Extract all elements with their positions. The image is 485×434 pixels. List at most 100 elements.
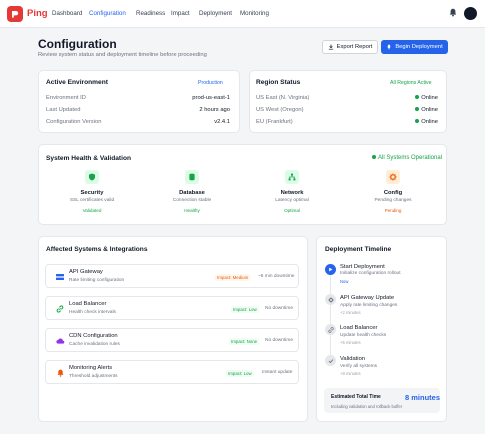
health-config: Config Pending changes Pending — [358, 170, 428, 213]
active-environment-title: Active Environment — [46, 79, 108, 86]
nav-monitoring[interactable]: Monitoring — [240, 10, 269, 17]
affected-systems-title: Affected Systems & Integrations — [46, 246, 148, 253]
system-desc: Cache invalidation rules — [69, 342, 120, 347]
link-icon — [55, 304, 65, 314]
system-row-monitoring[interactable]: Monitoring Alerts Threshold adjustments … — [45, 360, 299, 384]
gear-icon — [386, 170, 400, 184]
timeline-step-desc: Apply rate limiting changes — [340, 303, 398, 308]
timeline-step-desc: Update health checks — [340, 333, 387, 338]
network-icon — [285, 170, 299, 184]
health-desc: Pending changes — [374, 198, 412, 203]
brand-name[interactable]: Ping — [27, 8, 48, 19]
last-updated-value: 2 hours ago — [199, 107, 230, 113]
ping-logo[interactable] — [7, 6, 23, 22]
region-us-east: US East (N. Virginia) — [256, 95, 310, 101]
estimated-time-label: Estimated Total Time — [331, 394, 381, 400]
status-text: Online — [421, 95, 438, 101]
health-status: Pending — [384, 208, 402, 213]
region-eu: EU (Frankfurt) — [256, 119, 293, 125]
api-icon — [55, 272, 65, 282]
timeline-step-desc: Initialize configuration rollout — [340, 271, 401, 276]
health-desc: Connection stable — [172, 198, 212, 203]
timeline-step-title: Validation — [340, 356, 366, 362]
nav-dashboard[interactable]: Dashboard — [52, 10, 82, 17]
page-subtitle: Review system status and deployment time… — [38, 52, 207, 58]
check-icon — [325, 355, 336, 366]
bell-icon — [55, 368, 65, 378]
impact-badge: Impact: None — [229, 338, 260, 345]
health-status: Validated — [82, 208, 102, 213]
system-desc: Health check intervals — [69, 310, 116, 315]
database-icon — [185, 170, 199, 184]
system-name: Monitoring Alerts — [69, 365, 113, 371]
system-name: API Gateway — [69, 269, 103, 275]
estimated-time-note: Including validation and rollback buffer — [331, 404, 403, 409]
health-database: Database Connection stable Healthy — [157, 170, 227, 213]
download-icon — [328, 44, 333, 50]
nav-deployment[interactable]: Deployment — [199, 10, 232, 17]
nav-configuration[interactable]: Configuration — [89, 10, 126, 17]
all-systems-text: All Systems Operational — [378, 155, 443, 161]
timeline-connector — [330, 275, 331, 362]
health-status: Healthy — [184, 208, 200, 213]
deployment-timeline-title: Deployment Timeline — [325, 246, 392, 253]
status-text: Online — [421, 107, 438, 113]
health-network: Network Latency optimal Optimal — [257, 170, 327, 213]
system-desc: Rate limiting configuration — [69, 278, 125, 283]
system-row-api-gateway[interactable]: API Gateway Rate limiting configuration … — [45, 264, 299, 288]
system-desc: Threshold adjustments — [69, 374, 118, 379]
timeline-step-title: API Gateway Update — [340, 295, 395, 301]
begin-deployment-button[interactable]: Begin Deployment — [381, 40, 448, 54]
impact-badge: Impact: Medium — [215, 274, 251, 281]
bell-icon[interactable] — [449, 8, 457, 17]
nav-readiness[interactable]: Readiness — [136, 10, 165, 17]
shield-icon — [85, 170, 99, 184]
system-name: Load Balancer — [69, 301, 107, 307]
downtime-text: No downtime — [265, 338, 293, 343]
region-status-online: Online — [415, 119, 438, 125]
downtime-text: Instant update — [262, 370, 293, 375]
top-navbar: Ping Dashboard Configuration Readiness I… — [0, 0, 485, 28]
gear-icon — [325, 294, 336, 305]
region-status-online: Online — [415, 107, 438, 113]
export-report-label: Export Report — [336, 44, 373, 50]
begin-deployment-label: Begin Deployment — [395, 44, 443, 50]
link-icon — [325, 324, 336, 335]
impact-badge: Impact: Low — [226, 370, 254, 377]
cloud-icon — [55, 336, 65, 346]
rocket-icon — [388, 44, 391, 50]
system-health-title: System Health & Validation — [46, 155, 132, 162]
production-badge: Production — [198, 80, 223, 86]
user-avatar[interactable] — [464, 7, 477, 20]
status-dot — [415, 119, 420, 124]
status-dot — [372, 155, 376, 160]
nav-impact[interactable]: Impact — [171, 10, 190, 17]
status-text: Online — [421, 119, 438, 125]
health-name: Network — [280, 190, 304, 196]
timeline-step-time: +2 minutes — [340, 310, 361, 315]
downtime-text: No downtime — [265, 306, 293, 311]
timeline-step-desc: Verify all systems — [340, 364, 378, 369]
timeline-step-time: Now — [340, 279, 349, 284]
timeline-step-title: Load Balancer — [340, 325, 378, 331]
timeline-step-time: +5 minutes — [340, 340, 361, 345]
health-desc: Latency optimal — [275, 198, 309, 203]
health-name: Security — [80, 190, 104, 196]
env-id-label: Environment ID — [46, 95, 86, 101]
downtime-text: ~5 min downtime — [258, 274, 295, 279]
health-desc: SSL certificates valid — [69, 198, 115, 203]
system-row-cdn[interactable]: CDN Configuration Cache invalidation rul… — [45, 328, 299, 352]
export-report-button[interactable]: Export Report — [322, 40, 378, 54]
timeline-step-time: +8 minutes — [340, 371, 361, 376]
system-row-load-balancer[interactable]: Load Balancer Health check intervals Imp… — [45, 296, 299, 320]
region-us-west: US West (Oregon) — [256, 107, 304, 113]
all-regions-badge: All Regions Active — [390, 80, 432, 86]
status-dot — [415, 95, 420, 100]
page-title: Configuration — [38, 37, 117, 51]
health-status: Optimal — [284, 208, 300, 213]
health-name: Database — [179, 190, 205, 196]
estimated-time-value: 8 minutes — [405, 393, 441, 402]
status-dot — [415, 107, 420, 112]
region-status-online: Online — [415, 95, 438, 101]
last-updated-label: Last Updated — [46, 107, 81, 113]
